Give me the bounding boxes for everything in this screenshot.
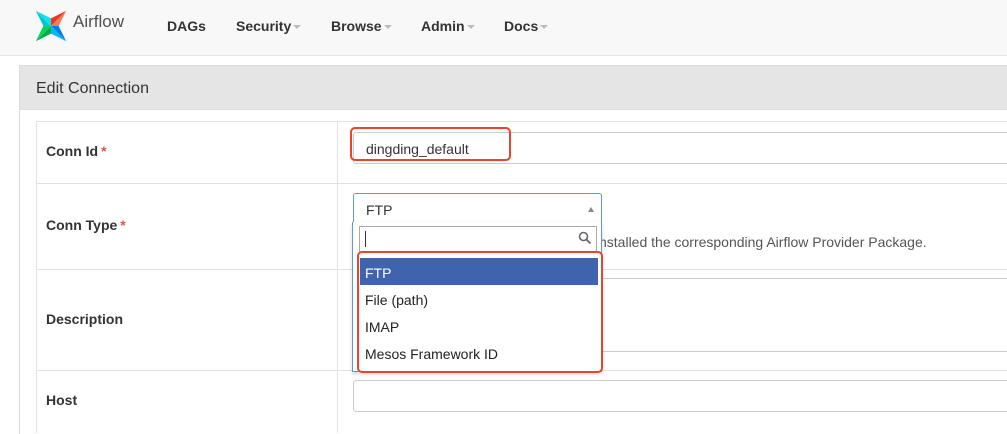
column-divider	[337, 371, 338, 433]
dropdown-option-file-path[interactable]: File (path)	[360, 285, 598, 312]
caret-down-icon	[293, 25, 302, 30]
required-mark: *	[101, 143, 107, 159]
brand-name: Airflow	[73, 11, 125, 31]
nav-browse[interactable]: Browse	[331, 18, 392, 34]
nav-dags[interactable]: DAGs	[167, 18, 206, 34]
nav-docs[interactable]: Docs	[504, 18, 549, 34]
conn-type-help-text: nstalled the corresponding Airflow Provi…	[599, 234, 927, 250]
conn-id-value: dingding_default	[366, 141, 469, 157]
nav-browse-label: Browse	[331, 18, 382, 34]
top-navbar: Airflow DAGs Security Browse Admin Docs	[0, 0, 1007, 56]
column-divider	[337, 270, 338, 370]
conn-id-label-text: Conn Id	[46, 143, 99, 159]
conn-type-label-text: Conn Type	[46, 217, 118, 233]
caret-down-icon	[466, 25, 475, 30]
caret-up-icon	[588, 207, 594, 212]
conn-type-select[interactable]: FTP	[353, 193, 602, 225]
airflow-logo-icon	[35, 10, 67, 42]
nav-security[interactable]: Security	[236, 18, 302, 34]
required-mark: *	[120, 217, 126, 233]
conn-type-dropdown: FTP File (path) IMAP Mesos Framework ID	[352, 222, 602, 372]
column-divider	[337, 184, 338, 269]
text-cursor	[365, 231, 366, 247]
conn-type-selected: FTP	[366, 202, 393, 218]
conn-id-input[interactable]: dingding_default	[353, 132, 1007, 164]
caret-down-icon	[540, 25, 549, 30]
search-icon	[578, 231, 592, 245]
dropdown-option-mesos[interactable]: Mesos Framework ID	[360, 339, 598, 366]
row-host: Host	[37, 371, 1007, 433]
dropdown-option-imap[interactable]: IMAP	[360, 312, 598, 339]
row-conn-id: Conn Id * dingding_default	[37, 122, 1007, 184]
nav-security-label: Security	[236, 18, 292, 34]
caret-down-icon	[383, 25, 392, 30]
column-divider	[337, 122, 338, 183]
brand-link[interactable]: Airflow	[32, 7, 124, 45]
nav-docs-label: Docs	[504, 18, 539, 34]
nav-dags-label: DAGs	[167, 18, 206, 34]
description-label: Description	[46, 311, 124, 327]
nav-admin-label: Admin	[421, 18, 465, 34]
conn-type-label: Conn Type *	[46, 217, 126, 233]
host-input[interactable]	[353, 380, 1007, 412]
nav-admin[interactable]: Admin	[421, 18, 475, 34]
dropdown-search-input[interactable]	[359, 226, 597, 252]
host-label: Host	[46, 392, 78, 408]
conn-id-label: Conn Id *	[46, 143, 107, 159]
dropdown-option-ftp[interactable]: FTP	[360, 258, 598, 285]
panel-title: Edit Connection	[20, 66, 1007, 110]
